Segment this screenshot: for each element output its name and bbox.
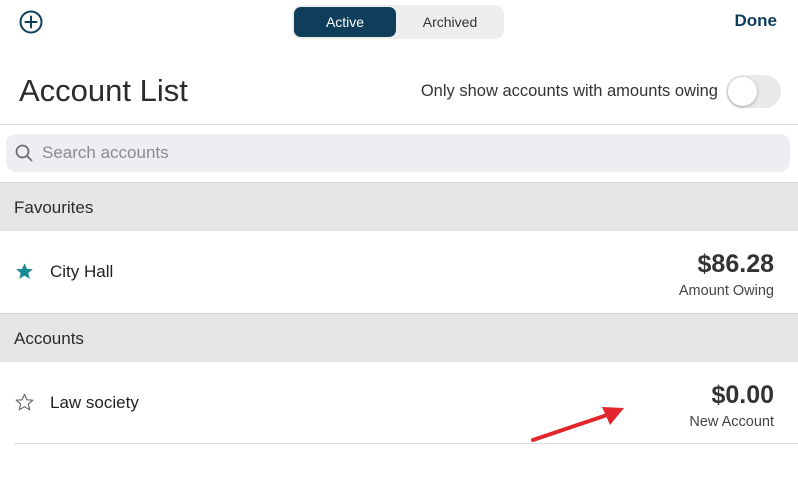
done-button[interactable]: Done xyxy=(735,11,778,31)
section-title: Favourites xyxy=(14,198,94,217)
account-amount: $86.28 xyxy=(697,250,774,278)
account-row-law-society[interactable]: Law society $0.00 New Account xyxy=(0,362,798,444)
section-header-favourites: Favourites xyxy=(0,182,798,231)
top-bar: Active Archived Done xyxy=(0,0,798,44)
account-status: New Account xyxy=(689,414,774,430)
search-input[interactable] xyxy=(42,134,772,172)
account-amount: $0.00 xyxy=(711,381,774,409)
status-segmented-control: Active Archived xyxy=(292,5,504,39)
annotation-arrow-icon xyxy=(531,407,624,442)
star-filled-icon[interactable] xyxy=(15,262,34,281)
row-divider xyxy=(14,443,798,444)
section-header-accounts: Accounts xyxy=(0,313,798,362)
toggle-knob xyxy=(728,77,757,106)
segment-archived[interactable]: Archived xyxy=(398,7,502,37)
segment-active[interactable]: Active xyxy=(294,7,396,37)
star-outline-icon[interactable] xyxy=(15,393,34,412)
account-row-city-hall[interactable]: City Hall $86.28 Amount Owing xyxy=(0,231,798,313)
account-name: Law society xyxy=(50,393,139,412)
page-header: Account List Only show accounts with amo… xyxy=(0,58,798,125)
owing-filter-label: Only show accounts with amounts owing xyxy=(420,82,718,100)
owing-filter-toggle[interactable] xyxy=(726,75,781,108)
search-icon xyxy=(15,144,33,162)
add-account-icon[interactable] xyxy=(19,10,43,34)
account-status: Amount Owing xyxy=(678,283,774,299)
account-name: City Hall xyxy=(50,262,114,281)
search-bar[interactable] xyxy=(6,134,790,172)
page-title: Account List xyxy=(19,73,188,108)
section-title: Accounts xyxy=(14,329,84,348)
